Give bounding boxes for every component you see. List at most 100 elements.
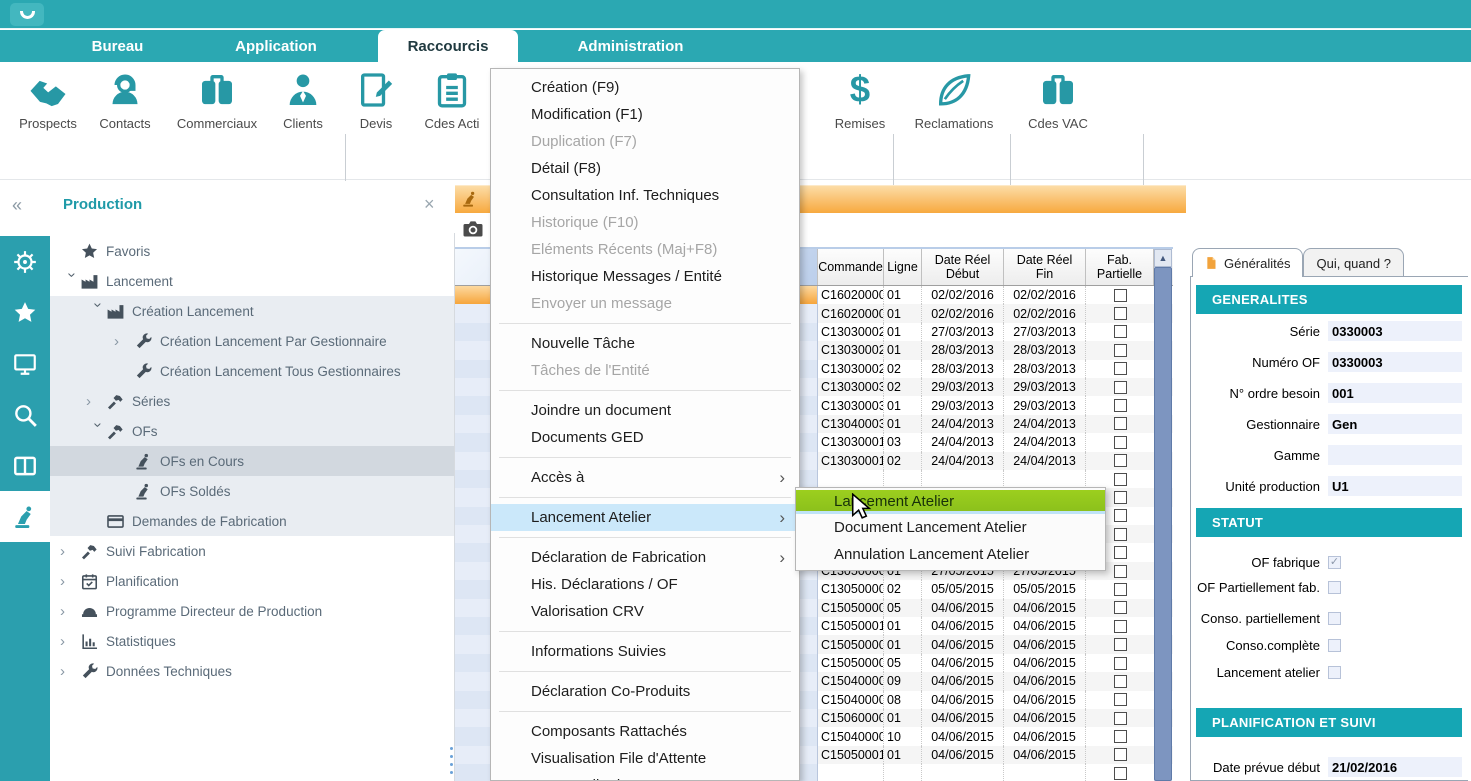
fab-partielle-checkbox[interactable] bbox=[1114, 712, 1127, 725]
chevron-icon[interactable]: › bbox=[60, 663, 80, 680]
context-menu-item[interactable]: Nouvelle Tâche bbox=[491, 330, 799, 357]
ribbon-button[interactable]: Cdes Acti bbox=[414, 70, 490, 170]
fab-partielle-checkbox[interactable] bbox=[1114, 638, 1127, 651]
ribbon-button[interactable]: Cdes VAC bbox=[1014, 70, 1102, 170]
column-header-ligne[interactable]: Ligne bbox=[884, 249, 922, 285]
scrollbar-thumb[interactable] bbox=[1154, 267, 1172, 781]
fab-partielle-checkbox[interactable] bbox=[1114, 289, 1127, 302]
fab-partielle-checkbox[interactable] bbox=[1114, 509, 1127, 522]
camera-tool-icon[interactable] bbox=[461, 217, 485, 241]
ribbon-tab[interactable]: Raccourcis bbox=[378, 30, 518, 63]
fab-partielle-checkbox[interactable] bbox=[1114, 344, 1127, 357]
column-header-date-fin[interactable]: Date RéelFin bbox=[1004, 249, 1086, 285]
context-menu-item[interactable]: Accès à › bbox=[491, 464, 799, 491]
fab-partielle-checkbox[interactable] bbox=[1114, 675, 1127, 688]
tree-item[interactable]: Demandes de Fabrication bbox=[50, 506, 454, 536]
chevron-icon[interactable]: › bbox=[86, 393, 106, 410]
fab-partielle-checkbox[interactable] bbox=[1114, 399, 1127, 412]
field-value[interactable]: Gen bbox=[1328, 414, 1462, 434]
rail-module-button[interactable] bbox=[0, 440, 50, 491]
context-menu-item[interactable]: Déclaration Co-Produits bbox=[491, 678, 799, 705]
status-checkbox[interactable] bbox=[1328, 581, 1341, 594]
chevron-icon[interactable]: › bbox=[60, 603, 80, 620]
context-menu-item[interactable]: His. Déclarations / OF bbox=[491, 571, 799, 598]
ribbon-tab[interactable]: Bureau bbox=[40, 30, 195, 62]
tree-item[interactable]: Favoris bbox=[50, 236, 454, 266]
fab-partielle-checkbox[interactable] bbox=[1114, 436, 1127, 449]
column-header-date-debut[interactable]: Date RéelDébut bbox=[922, 249, 1004, 285]
rail-module-button[interactable] bbox=[0, 389, 50, 440]
context-menu-item[interactable]: Détail (F8) bbox=[491, 155, 799, 182]
chevron-icon[interactable]: › bbox=[64, 272, 81, 292]
fab-partielle-checkbox[interactable] bbox=[1114, 307, 1127, 320]
context-menu-item[interactable]: Valorisation CRV bbox=[491, 598, 799, 625]
tree-item[interactable]: › Lancement bbox=[50, 266, 454, 296]
tree-item[interactable]: › Création Lancement bbox=[50, 296, 454, 326]
field-value[interactable]: 001 bbox=[1328, 383, 1462, 403]
fab-partielle-checkbox[interactable] bbox=[1114, 454, 1127, 467]
fab-partielle-checkbox[interactable] bbox=[1114, 748, 1127, 761]
ribbon-button[interactable]: Reclamations bbox=[902, 70, 1006, 170]
context-menu-item[interactable]: Déclaration de Fabrication › bbox=[491, 544, 799, 571]
collapse-panel-icon[interactable]: « bbox=[12, 195, 22, 216]
scroll-up-button[interactable]: ▲ bbox=[1154, 249, 1172, 267]
rail-module-button[interactable] bbox=[0, 287, 50, 338]
ribbon-button[interactable]: Commerciaux bbox=[168, 70, 266, 170]
status-checkbox[interactable] bbox=[1328, 612, 1341, 625]
fab-partielle-checkbox[interactable] bbox=[1114, 730, 1127, 743]
ribbon-button[interactable]: Devis bbox=[344, 70, 408, 170]
chevron-icon[interactable]: › bbox=[60, 633, 80, 650]
ribbon-button[interactable]: Prospects bbox=[12, 70, 84, 170]
ribbon-button[interactable]: Contacts bbox=[90, 70, 160, 170]
chevron-icon[interactable]: › bbox=[90, 422, 107, 442]
rail-module-button[interactable] bbox=[0, 338, 50, 389]
context-menu-item[interactable]: Joindre un document bbox=[491, 397, 799, 424]
field-value[interactable]: 21/02/2016 bbox=[1328, 757, 1462, 777]
fab-partielle-checkbox[interactable] bbox=[1114, 565, 1127, 578]
context-menu-item[interactable]: Historique Messages / Entité bbox=[491, 263, 799, 290]
column-header-commande[interactable]: Commande bbox=[818, 249, 884, 285]
submenu-item[interactable]: Document Lancement Atelier bbox=[796, 514, 1105, 541]
context-menu-item[interactable]: Consultation Inf. Techniques bbox=[491, 182, 799, 209]
close-panel-icon[interactable]: × bbox=[424, 194, 435, 215]
rail-module-button[interactable] bbox=[0, 236, 50, 287]
context-menu-item[interactable]: Lancement Atelier › bbox=[491, 504, 799, 531]
field-value[interactable]: 0330003 bbox=[1328, 321, 1462, 341]
ribbon-tab[interactable]: Application bbox=[197, 30, 355, 62]
chevron-icon[interactable]: › bbox=[114, 333, 134, 350]
context-menu-item[interactable]: Duplication (F7) bbox=[491, 128, 799, 155]
tree-item[interactable]: › Création Lancement Par Gestionnaire bbox=[50, 326, 454, 356]
tree-item[interactable]: › Programme Directeur de Production bbox=[50, 596, 454, 626]
fab-partielle-checkbox[interactable] bbox=[1114, 491, 1127, 504]
detail-tab[interactable]: Qui, quand ? bbox=[1303, 248, 1403, 277]
fab-partielle-checkbox[interactable] bbox=[1114, 381, 1127, 394]
context-menu-item[interactable]: Documents GED bbox=[491, 424, 799, 451]
submenu-item[interactable]: Lancement Atelier bbox=[796, 490, 1105, 514]
fab-partielle-checkbox[interactable] bbox=[1114, 528, 1127, 541]
fab-partielle-checkbox[interactable] bbox=[1114, 417, 1127, 430]
fab-partielle-checkbox[interactable] bbox=[1114, 325, 1127, 338]
fab-partielle-checkbox[interactable] bbox=[1114, 362, 1127, 375]
context-menu-item[interactable]: Visualisation File d'Attente bbox=[491, 745, 799, 772]
tree-item[interactable]: Création Lancement Tous Gestionnaires bbox=[50, 356, 454, 386]
fab-partielle-checkbox[interactable] bbox=[1114, 583, 1127, 596]
status-checkbox[interactable]: ✓ bbox=[1328, 556, 1341, 569]
column-header-fab-partielle[interactable]: Fab.Partielle bbox=[1086, 249, 1154, 285]
context-menu-item[interactable]: Tâches de l'Entité bbox=[491, 357, 799, 384]
context-menu-item[interactable]: Informations Suivies bbox=[491, 638, 799, 665]
grid-vertical-scrollbar[interactable]: ▲ bbox=[1154, 249, 1172, 781]
tree-item[interactable]: › Planification bbox=[50, 566, 454, 596]
tree-item[interactable]: OFs en Cours bbox=[50, 446, 454, 476]
tree-item[interactable]: OFs Soldés bbox=[50, 476, 454, 506]
tree-item[interactable]: › Suivi Fabrication bbox=[50, 536, 454, 566]
context-menu-item[interactable]: Modification (F1) bbox=[491, 101, 799, 128]
status-checkbox[interactable] bbox=[1328, 639, 1341, 652]
tree-item[interactable]: › OFs bbox=[50, 416, 454, 446]
context-menu-item[interactable]: Historique (F10) bbox=[491, 209, 799, 236]
tree-item[interactable]: › Données Techniques bbox=[50, 656, 454, 686]
tree-item[interactable]: › Séries bbox=[50, 386, 454, 416]
rail-module-button[interactable] bbox=[0, 491, 50, 542]
tree-item[interactable]: › Statistiques bbox=[50, 626, 454, 656]
ribbon-button[interactable]: Clients bbox=[272, 70, 334, 170]
ribbon-tab[interactable]: Administration bbox=[553, 30, 708, 62]
